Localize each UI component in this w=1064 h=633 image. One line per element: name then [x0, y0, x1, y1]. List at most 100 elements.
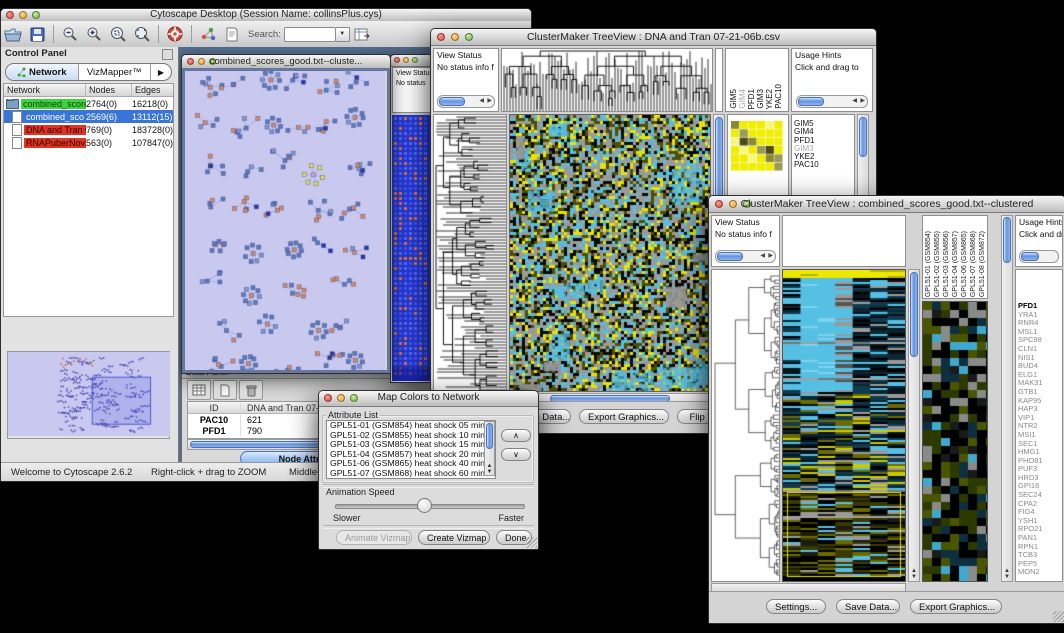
network-graph-canvas[interactable] [185, 71, 385, 370]
column-label[interactable]: YKE2 [765, 89, 774, 109]
column-label[interactable]: GPL51-04 (GSM857) [952, 231, 961, 297]
tv2-row-dendrogram-panel[interactable] [711, 269, 780, 582]
column-label[interactable]: GPL51-03 (GSM856) [943, 231, 952, 297]
column-label[interactable]: GPL51-01 (GSM854) [925, 231, 934, 297]
minimize-button[interactable] [403, 57, 409, 63]
network-nodes-count: 2569(6) [86, 112, 132, 122]
tab-network[interactable]: Network [6, 64, 79, 80]
help-icon[interactable] [165, 25, 185, 43]
column-label[interactable]: GPL51-07 (GSM868) [970, 231, 979, 297]
column-label[interactable]: GPL51-06 (GSM865) [961, 231, 970, 297]
usage-hints-text: Click and drag to [792, 61, 872, 73]
scroll-right-arrow[interactable]: ▶ [487, 97, 492, 105]
scroll-arrows[interactable]: ▲▼ [485, 463, 494, 475]
scroll-thumb[interactable] [1003, 217, 1011, 263]
search-dropdown[interactable]: ▼ [336, 27, 350, 42]
move-down-button[interactable]: ∨ [501, 448, 531, 461]
annotation-icon[interactable] [222, 25, 242, 43]
network-row[interactable]: combined_sco2569(6)13112(15) [4, 110, 173, 123]
network-row[interactable]: combined_scores2764(0)16218(0) [4, 97, 173, 110]
usage-hints-scrollbar[interactable]: ◀ ▶ [796, 95, 868, 108]
scroll-thumb[interactable] [439, 97, 465, 106]
column-label[interactable]: GIM3 [756, 89, 765, 109]
scroll-arrows[interactable]: ▲▼ [1002, 568, 1012, 580]
zoom-out-icon[interactable] [60, 25, 80, 43]
tv2-heatmap-vscrollbar[interactable]: ▲▼ [908, 269, 920, 582]
network-row[interactable]: DNA and Tran 07769(0)183728(0) [4, 123, 173, 136]
slider-thumb[interactable] [417, 498, 432, 513]
col-header-nodes[interactable]: Nodes [86, 84, 132, 96]
scroll-thumb[interactable] [1021, 252, 1039, 261]
scroll-arrows[interactable]: ▲▼ [909, 568, 919, 580]
save-data-button[interactable]: Save Data... [836, 599, 900, 614]
row-label[interactable]: PAC10 [792, 161, 854, 169]
scroll-left-arrow[interactable]: ◀ [479, 97, 484, 105]
attribute-list-scrollbar[interactable]: ▲▼ [484, 421, 495, 476]
scroll-thumb[interactable] [859, 117, 867, 157]
tv1-row-dendrogram-panel[interactable] [433, 114, 507, 402]
zoom-selected-icon[interactable] [108, 25, 128, 43]
view-status-scrollbar[interactable]: ◀ ▶ [437, 95, 495, 108]
search-input[interactable] [284, 27, 336, 42]
scroll-thumb[interactable] [798, 97, 824, 106]
move-up-button[interactable]: ∧ [501, 429, 531, 442]
col-header-id[interactable]: ID [188, 403, 241, 413]
table-icon[interactable] [187, 380, 211, 400]
network-overview-panel[interactable] [7, 351, 170, 439]
export-graphics-button[interactable]: Export Graphics... [579, 409, 669, 424]
tv2-heatmap-panel[interactable] [782, 269, 906, 582]
background-window-titlebar[interactable] [391, 55, 432, 67]
col-header-network[interactable]: Network [4, 84, 86, 96]
tv1-heatmap-panel[interactable] [509, 114, 711, 392]
column-label[interactable]: PAC10 [774, 84, 783, 109]
export-graphics-button[interactable]: Export Graphics... [910, 599, 1002, 614]
network-name: RNAPuberNov2+ [24, 138, 86, 148]
column-label[interactable]: GIM4 [738, 89, 747, 109]
scroll-thumb[interactable] [910, 272, 918, 357]
float-panel-icon[interactable] [162, 49, 173, 60]
scroll-thumb[interactable] [717, 252, 743, 261]
tv1-dendro-splitter[interactable] [715, 48, 723, 112]
column-label[interactable]: GIM5 [729, 89, 738, 109]
scroll-left-arrow[interactable]: ◀ [852, 97, 857, 105]
zoom-in-icon[interactable] [84, 25, 104, 43]
attribute-browser-icon[interactable] [352, 25, 372, 43]
column-label[interactable]: GPL51-02 (GSM855) [934, 231, 943, 297]
treeview2-titlebar[interactable]: ClusterMaker TreeView : combined_scores_… [709, 196, 1064, 213]
save-icon[interactable] [27, 25, 47, 43]
resize-grip[interactable] [526, 537, 537, 548]
col-header-edges[interactable]: Edges [132, 84, 173, 96]
close-button[interactable] [394, 57, 400, 63]
view-status-title: View Status [712, 216, 779, 228]
network-view-icon[interactable] [198, 25, 218, 43]
animate-vizmap-button[interactable]: Animate Vizmap [336, 530, 412, 545]
column-label[interactable]: GPL51-08 (GSM872) [979, 231, 988, 297]
scroll-right-arrow[interactable]: ▶ [860, 97, 865, 105]
scroll-thumb[interactable] [486, 423, 493, 449]
attribute-item[interactable]: GPL51-07 (GSM868) heat shock 60 min [327, 469, 495, 479]
tv2-zoom-heatmap-panel[interactable] [922, 301, 988, 582]
view-status-scrollbar[interactable]: ◀ ▶ [715, 250, 776, 263]
settings-button[interactable]: Settings... [766, 599, 826, 614]
trash-icon[interactable] [239, 380, 263, 400]
page-icon[interactable] [213, 380, 237, 400]
gene-label[interactable]: MON2 [1016, 568, 1062, 577]
scroll-right-arrow[interactable]: ▶ [768, 252, 773, 260]
dialog-titlebar[interactable]: Map Colors to Network [319, 391, 538, 407]
network-row[interactable]: RNAPuberNov2+563(0)107847(0) [4, 136, 173, 149]
dense-matrix-canvas[interactable] [392, 115, 431, 381]
open-folder-icon[interactable] [3, 25, 23, 43]
zoom-button[interactable] [412, 57, 418, 63]
usage-hints-scrollbar[interactable] [1019, 250, 1059, 263]
tab--[interactable]: ▶ [151, 64, 171, 80]
column-label[interactable]: PFD1 [747, 89, 756, 109]
resize-grip[interactable] [1053, 611, 1064, 622]
treeview1-titlebar[interactable]: ClusterMaker TreeView : DNA and Tran 07-… [431, 29, 876, 46]
tab-vizmapper-[interactable]: VizMapper™ [79, 64, 152, 80]
tv1-column-dendrogram-panel[interactable] [501, 48, 713, 112]
scroll-left-arrow[interactable]: ◀ [760, 252, 765, 260]
network-view-titlebar[interactable]: combined_scores_good.txt--cluste... [182, 55, 390, 69]
zoom-fit-icon[interactable] [132, 25, 152, 43]
create-vizmap-button[interactable]: Create Vizmap [418, 530, 490, 545]
tv2-zoom-vscrollbar[interactable]: ▲▼ [1001, 215, 1013, 582]
